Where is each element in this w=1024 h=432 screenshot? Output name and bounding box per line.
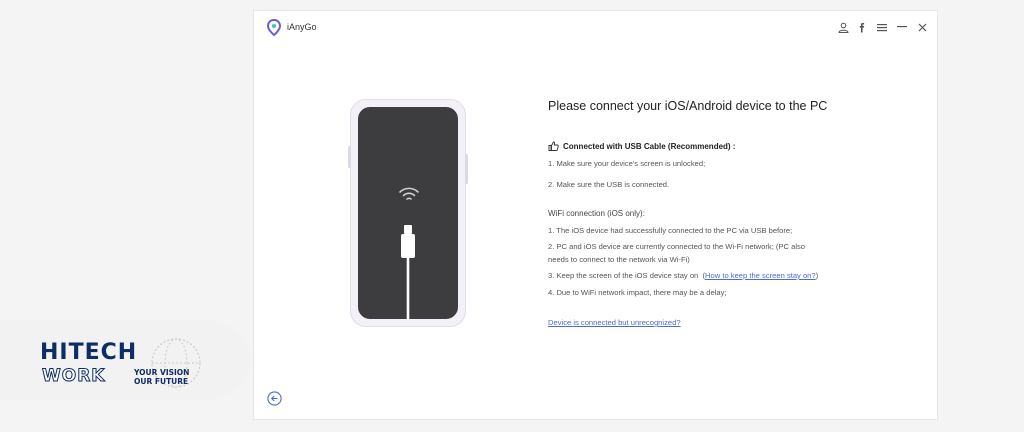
menu-icon[interactable]: [875, 20, 889, 34]
app-title: iAnyGo: [287, 22, 317, 32]
globe-icon: [151, 338, 201, 388]
usb-section-title: Connected with USB Cable (Recommended) :: [548, 141, 735, 151]
wifi-step-keep-on: 3. Keep the screen of the iOS device sta…: [548, 271, 819, 280]
page-title: Please connect your iOS/Android device t…: [548, 99, 828, 113]
app-window: iAnyGo Please connect your iOS/Android d…: [253, 10, 938, 420]
user-icon[interactable]: [836, 20, 850, 34]
usb-step: 2. Make sure the USB is connected.: [548, 180, 670, 189]
facebook-icon[interactable]: [855, 20, 869, 34]
wifi-step: 3. Keep the screen of the iOS device sta…: [548, 271, 699, 280]
phone-illustration: [348, 99, 468, 327]
back-button[interactable]: [267, 391, 282, 406]
watermark-title: HITECH: [40, 340, 138, 365]
app-logo-icon: [266, 19, 282, 37]
device-unrecognized-link[interactable]: Device is connected but unrecognized?: [548, 317, 681, 329]
wifi-section-title: WiFi connection (iOS only):: [548, 209, 645, 218]
watermark-tagline: OUR FUTURE: [134, 377, 189, 386]
usb-step: 1. Make sure your device's screen is unl…: [548, 159, 706, 168]
how-to-keep-screen-on-link[interactable]: How to keep the screen stay on?: [705, 271, 816, 280]
watermark-tagline: YOUR VISION: [134, 368, 190, 377]
wifi-step: 2. PC and iOS device are currently conne…: [548, 242, 806, 251]
phone-side-button: [348, 146, 351, 168]
wifi-icon: [399, 187, 419, 200]
usb-cable-icon: [401, 225, 415, 319]
phone-screen: [358, 107, 458, 319]
watermark-logo: HITECH: [40, 340, 137, 365]
minimize-icon[interactable]: [895, 20, 909, 34]
wifi-step: needs to connect to the network via Wi-F…: [548, 255, 690, 264]
wifi-step: 1. The iOS device had successfully conne…: [548, 226, 793, 235]
phone-side-button: [465, 154, 468, 184]
watermark-subtitle: WORK: [41, 366, 106, 387]
close-icon[interactable]: [915, 20, 929, 34]
thumbs-up-icon: [548, 141, 559, 151]
usb-section-label: Connected with USB Cable (Recommended) :: [563, 141, 736, 151]
title-bar: iAnyGo: [254, 11, 937, 45]
wifi-step: 4. Due to WiFi network impact, there may…: [548, 288, 727, 297]
